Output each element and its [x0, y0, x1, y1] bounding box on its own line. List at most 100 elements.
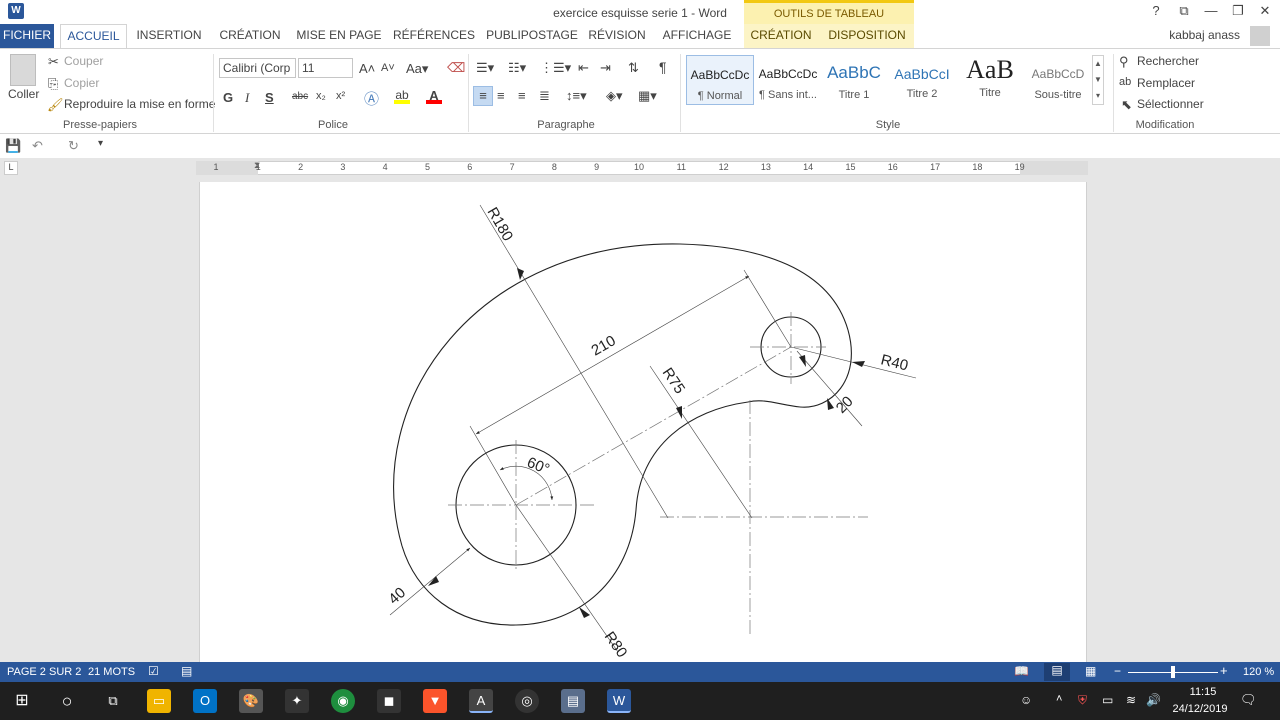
styles-scroll[interactable]: ▲ ▼ ▾: [1092, 55, 1104, 105]
people-icon[interactable]: ☺: [1020, 693, 1032, 707]
style-heading-1[interactable]: AaBbC Titre 1: [820, 55, 888, 105]
windows-start-icon[interactable]: ⊞: [10, 689, 34, 713]
text-effects-icon[interactable]: Ⓐ: [364, 88, 379, 109]
paste-button[interactable]: Coller: [8, 87, 39, 101]
zoom-level[interactable]: 120 %: [1243, 666, 1274, 678]
style-heading-2[interactable]: AaBbCcI Titre 2: [888, 55, 956, 105]
tab-mise-en-page[interactable]: MISE EN PAGE: [296, 24, 382, 48]
maximize-button[interactable]: ❐: [1227, 3, 1249, 21]
page-count[interactable]: PAGE 2 SUR 2: [7, 666, 81, 678]
app-icon[interactable]: ✦: [285, 689, 309, 713]
ribbon-options-icon[interactable]: ⧉: [1173, 3, 1195, 21]
superscript-button[interactable]: x²: [336, 90, 345, 102]
style-subtitle[interactable]: AaBbCcD Sous-titre: [1024, 55, 1092, 105]
paste-icon[interactable]: [10, 54, 36, 86]
close-button[interactable]: ✕: [1254, 3, 1276, 21]
tab-revision[interactable]: RÉVISION: [587, 24, 647, 48]
paint-icon[interactable]: 🎨: [239, 689, 263, 713]
clock-time[interactable]: 11:15: [1183, 686, 1223, 698]
help-icon[interactable]: ?: [1145, 3, 1167, 21]
outlook-icon[interactable]: O: [193, 689, 217, 713]
tab-insertion[interactable]: INSERTION: [135, 24, 203, 48]
align-center-icon[interactable]: ≡: [497, 88, 505, 103]
save-icon[interactable]: 💾: [5, 138, 21, 154]
web-layout-icon[interactable]: ▦: [1085, 664, 1096, 678]
camera-icon[interactable]: ◼: [377, 689, 401, 713]
style-no-spacing[interactable]: AaBbCcDc ¶ Sans int...: [754, 55, 822, 105]
tray-chevron-icon[interactable]: ˄: [1056, 693, 1062, 705]
clock-date[interactable]: 24/12/2019: [1168, 703, 1232, 715]
volume-icon[interactable]: 🔊: [1146, 693, 1161, 707]
tab-accueil[interactable]: ACCUEIL: [60, 24, 127, 48]
zoom-in-icon[interactable]: +: [1220, 663, 1228, 678]
word-taskbar-icon[interactable]: W: [607, 689, 631, 713]
zoom-slider-thumb[interactable]: [1171, 666, 1175, 678]
bullets-icon[interactable]: ☰▾: [476, 60, 494, 76]
style-normal[interactable]: AaBbCcDc ¶ Normal: [686, 55, 754, 105]
grow-font-icon[interactable]: A˄: [359, 61, 375, 76]
copy-button[interactable]: Copier: [64, 76, 99, 90]
notification-icon[interactable]: 🗨: [1240, 692, 1257, 708]
pilcrow-icon[interactable]: ¶: [659, 59, 667, 75]
replace-button[interactable]: Remplacer: [1137, 76, 1195, 90]
font-size-select[interactable]: 11: [298, 58, 353, 78]
font-color-icon[interactable]: A: [426, 88, 442, 104]
security-icon[interactable]: ⛨: [1078, 693, 1087, 708]
change-case-icon[interactable]: Aa▾: [406, 61, 428, 77]
strikethrough-button[interactable]: abc: [292, 91, 308, 102]
format-painter-button[interactable]: Reproduire la mise en forme: [64, 97, 215, 111]
file-explorer-icon[interactable]: ▭: [147, 689, 171, 713]
tab-publipostage[interactable]: PUBLIPOSTAGE: [484, 24, 580, 48]
shrink-font-icon[interactable]: A˅: [381, 62, 395, 74]
minimize-button[interactable]: —: [1200, 3, 1222, 21]
highlight-icon[interactable]: ab: [394, 88, 410, 104]
borders-icon[interactable]: ▦▾: [638, 88, 657, 104]
word-count[interactable]: 21 MOTS: [88, 666, 135, 678]
numbering-icon[interactable]: ☷▾: [508, 60, 526, 76]
autocad-icon[interactable]: A: [469, 689, 493, 713]
decrease-indent-icon[interactable]: ⇤: [578, 60, 589, 76]
undo-icon[interactable]: ↶: [32, 138, 43, 154]
tab-table-creation[interactable]: CRÉATION: [748, 24, 814, 48]
italic-button[interactable]: I: [245, 90, 249, 106]
customize-qat-icon[interactable]: ▾: [98, 138, 103, 149]
read-mode-icon[interactable]: 📖: [1014, 664, 1029, 678]
window-app-icon[interactable]: ▤: [561, 689, 585, 713]
tab-selector[interactable]: L: [4, 161, 18, 175]
tab-references[interactable]: RÉFÉRENCES: [393, 24, 475, 48]
line-spacing-icon[interactable]: ↕≡▾: [566, 88, 587, 104]
style-title[interactable]: AaB Titre: [956, 55, 1024, 105]
proofing-icon[interactable]: ☑: [148, 664, 159, 678]
align-right-icon[interactable]: ≡: [518, 88, 526, 103]
clear-format-icon[interactable]: ⌫: [447, 60, 465, 76]
chrome-icon[interactable]: ◉: [331, 689, 355, 713]
user-name[interactable]: kabbaj anass: [1169, 28, 1240, 42]
tab-fichier[interactable]: FICHIER: [0, 24, 54, 48]
tab-creation[interactable]: CRÉATION: [215, 24, 285, 48]
shading-icon[interactable]: ◈▾: [606, 88, 623, 104]
search-icon[interactable]: ○: [55, 689, 79, 713]
obs-icon[interactable]: ◎: [515, 689, 539, 713]
battery-icon[interactable]: ▭: [1102, 693, 1113, 707]
zoom-out-icon[interactable]: −: [1114, 664, 1121, 678]
tab-affichage[interactable]: AFFICHAGE: [660, 24, 734, 48]
task-view-icon[interactable]: ⧉: [101, 689, 125, 713]
align-left-icon[interactable]: ≡: [473, 86, 493, 106]
user-avatar[interactable]: [1250, 26, 1270, 46]
underline-button[interactable]: S: [265, 90, 274, 105]
bold-button[interactable]: G: [223, 90, 233, 105]
macro-icon[interactable]: ▤: [181, 664, 192, 678]
wifi-icon[interactable]: ≋: [1126, 693, 1136, 707]
find-button[interactable]: Rechercher: [1137, 54, 1199, 68]
redo-icon[interactable]: ↻: [68, 138, 79, 154]
print-layout-icon[interactable]: ▤: [1044, 663, 1070, 681]
tab-table-disposition[interactable]: DISPOSITION: [822, 24, 912, 48]
font-name-select[interactable]: Calibri (Corp: [219, 58, 296, 78]
brave-icon[interactable]: ▼: [423, 689, 447, 713]
select-button[interactable]: Sélectionner: [1137, 97, 1204, 111]
indent-marker[interactable]: ⧗: [254, 160, 264, 178]
sort-icon[interactable]: ⇅: [628, 60, 639, 76]
cut-button[interactable]: Couper: [64, 54, 103, 68]
justify-icon[interactable]: ≣: [539, 88, 550, 104]
increase-indent-icon[interactable]: ⇥: [600, 60, 611, 76]
